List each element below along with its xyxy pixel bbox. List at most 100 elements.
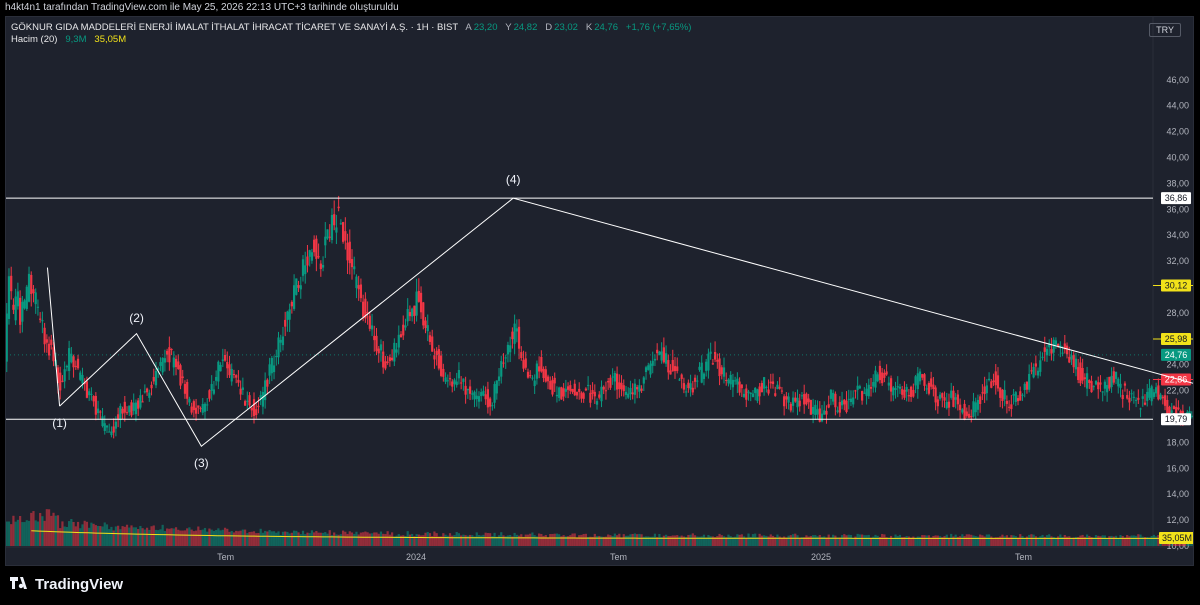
currency-button[interactable]: TRY (1149, 23, 1181, 37)
volume-bar (426, 531, 429, 546)
candle-body (199, 408, 202, 410)
volume-bar (39, 512, 42, 546)
volume-bar (457, 533, 461, 546)
candle-body (832, 392, 835, 402)
candle-body (415, 291, 418, 316)
volume-bar (1010, 535, 1013, 546)
tradingview-logo: TradingView (10, 576, 123, 593)
volume-bar (237, 531, 240, 546)
candle-body (631, 392, 634, 395)
volume-bar (6, 521, 8, 546)
volume-bar (925, 535, 928, 546)
volume-bar (83, 520, 86, 546)
candle-body (243, 401, 247, 406)
candle-body (417, 290, 420, 302)
candle-body (633, 383, 637, 395)
volume-bar (257, 532, 260, 546)
candle-body (237, 379, 240, 383)
candle-body (317, 256, 320, 258)
candle-body (769, 381, 772, 384)
volume-bar (947, 537, 951, 546)
volume-bar (1094, 535, 1098, 546)
volume-bar (172, 528, 175, 546)
volume-bar (1054, 537, 1057, 546)
volume-bar (760, 535, 763, 546)
candle-body (328, 236, 331, 238)
candle-body (96, 408, 100, 414)
volume-bar (832, 534, 835, 546)
volume-bar (321, 532, 325, 546)
volume-bar (346, 533, 349, 546)
candle-body (840, 400, 844, 406)
candle-body (1012, 394, 1015, 396)
volume-bar (386, 531, 389, 546)
candle-body (30, 274, 33, 294)
candle-body (1128, 397, 1131, 403)
price-tag-label: 36,86 (1165, 193, 1188, 203)
candle-body (760, 383, 763, 393)
chart-pane[interactable]: 10,0012,0014,0016,0018,0020,0022,0024,00… (5, 16, 1194, 566)
volume-bar (898, 534, 902, 546)
tradingview-mark-icon (10, 576, 30, 593)
candle-body (455, 381, 458, 386)
volume-bar (54, 515, 57, 546)
candle-body (444, 377, 447, 382)
volume-bar (486, 533, 489, 546)
candle-body (186, 382, 189, 399)
volume-bar (357, 534, 360, 546)
candle-body (970, 416, 973, 418)
volume-bar (967, 534, 971, 546)
volume-legend: Hacim (20) 9,3M 35,05M (11, 34, 126, 45)
candle-body (154, 370, 158, 386)
volume-bar (542, 535, 545, 546)
candle-body (1043, 347, 1046, 352)
volume-bar (272, 531, 276, 546)
volume-bar (972, 535, 975, 546)
volume-bar (255, 533, 258, 546)
candle-body (422, 302, 425, 326)
candle-body (656, 349, 659, 354)
candle-body (94, 395, 97, 415)
candle-body (346, 242, 349, 261)
candle-body (553, 377, 556, 384)
candle-body (905, 386, 908, 392)
candle-body (370, 325, 374, 330)
candle-body (956, 394, 959, 405)
volume-bar (1106, 538, 1109, 546)
candle-body (976, 399, 980, 410)
candle-body (491, 405, 494, 407)
candle-body (1110, 375, 1113, 388)
volume-bar (451, 535, 454, 546)
volume-bar (145, 527, 149, 546)
candle-body (872, 382, 875, 387)
volume-bar (517, 535, 521, 546)
candle-body (301, 259, 305, 276)
volume-bar (163, 530, 166, 546)
volume-bar (186, 528, 189, 546)
candle-body (522, 359, 525, 369)
candle-body (206, 404, 209, 406)
volume-bar (223, 527, 227, 546)
price-chart[interactable]: 10,0012,0014,0016,0018,0020,0022,0024,00… (6, 17, 1193, 565)
volume-bar (264, 530, 267, 546)
candle-body (50, 339, 53, 345)
candle-body (1139, 408, 1142, 410)
volume-bar (1063, 535, 1066, 546)
volume-bar (691, 533, 694, 546)
volume-bar (199, 530, 202, 546)
candle-body (442, 368, 445, 377)
candle-body (32, 289, 35, 294)
candle-body (838, 402, 841, 413)
candle-body (629, 388, 632, 395)
volume-bar (526, 534, 530, 546)
low-label: D (545, 22, 553, 33)
volume-bar (1003, 536, 1006, 546)
candle-body (845, 400, 848, 413)
candle-body (402, 324, 405, 336)
volume-bar (444, 534, 447, 546)
candle-body (531, 377, 534, 379)
candle-body (698, 366, 701, 370)
volume-bar (344, 531, 347, 546)
volume-bar (546, 537, 550, 546)
candle-body (720, 367, 723, 375)
